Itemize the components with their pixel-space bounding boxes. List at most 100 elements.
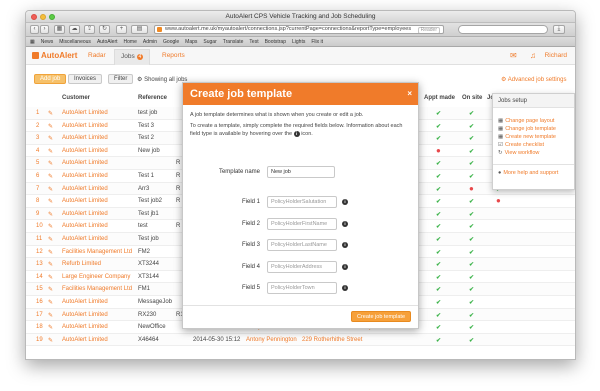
- add-tab-button[interactable]: +: [116, 25, 127, 34]
- bookmark-item[interactable]: AutoAlert: [97, 39, 118, 45]
- customer-cell[interactable]: AutoAlert Limited: [62, 198, 108, 204]
- customer-cell[interactable]: AutoAlert Limited: [62, 160, 108, 166]
- edit-job-icon[interactable]: ✎: [48, 324, 53, 331]
- create-checklist-link[interactable]: ☑ Create checklist: [498, 142, 544, 148]
- forward-button[interactable]: ›: [40, 25, 49, 34]
- back-button[interactable]: ‹: [30, 25, 39, 34]
- edit-job-icon[interactable]: ✎: [48, 286, 53, 293]
- customer-cell[interactable]: AutoAlert Limited: [62, 173, 108, 179]
- customer-cell[interactable]: Facilities Management Ltd: [62, 286, 132, 292]
- filter-button[interactable]: Filter: [108, 74, 134, 84]
- bookmark-item[interactable]: Admin: [143, 39, 157, 45]
- customer-cell[interactable]: AutoAlert Limited: [62, 236, 108, 242]
- customer-cell[interactable]: AutoAlert Limited: [62, 324, 108, 330]
- edit-job-icon[interactable]: ✎: [48, 173, 53, 180]
- invoices-button[interactable]: Invoices: [68, 74, 103, 84]
- field-info-icon[interactable]: i: [342, 220, 348, 227]
- field-input[interactable]: [267, 196, 337, 208]
- reader-button[interactable]: Reader: [417, 27, 440, 33]
- create-job-template-button[interactable]: Create job template: [351, 311, 411, 322]
- edit-job-icon[interactable]: ✎: [48, 337, 53, 344]
- bookmark-item[interactable]: News: [41, 39, 54, 45]
- header-appt-made[interactable]: Appt made: [424, 95, 455, 101]
- edit-job-icon[interactable]: ✎: [48, 123, 53, 130]
- header-customer[interactable]: Customer: [62, 95, 90, 101]
- bookmark-item[interactable]: Translate: [223, 39, 244, 45]
- field-info-icon[interactable]: i: [342, 285, 348, 291]
- bookmark-item[interactable]: Flix it: [311, 39, 323, 45]
- header-on-site[interactable]: On site: [462, 95, 482, 101]
- bookmark-item[interactable]: Sugar: [203, 39, 216, 45]
- edit-job-icon[interactable]: ✎: [48, 198, 53, 205]
- nav-jobs[interactable]: Jobs 4: [114, 49, 151, 65]
- cloud-icon[interactable]: ☁: [69, 25, 80, 34]
- notifications-icon[interactable]: ♫: [530, 51, 536, 60]
- edit-job-icon[interactable]: ✎: [48, 299, 53, 306]
- customer-cell[interactable]: AutoAlert Limited: [62, 123, 108, 129]
- edit-job-icon[interactable]: ✎: [48, 274, 53, 281]
- address-bar[interactable]: www.autoalert.me.uk/myautoalert/connecti…: [154, 25, 444, 34]
- customer-cell[interactable]: AutoAlert Limited: [62, 186, 108, 192]
- edit-job-icon[interactable]: ✎: [48, 186, 53, 193]
- gear-icon[interactable]: ⚙: [137, 77, 142, 83]
- edit-job-icon[interactable]: ✎: [48, 236, 53, 243]
- bookmark-grid-icon[interactable]: ▦: [30, 39, 35, 45]
- change-page-layout-link[interactable]: ▦ Change page layout: [498, 118, 554, 124]
- customer-cell[interactable]: AutoAlert Limited: [62, 299, 108, 305]
- address-cell[interactable]: 229 Rotherhithe Street: [302, 337, 362, 343]
- customer-cell[interactable]: AutoAlert Limited: [62, 110, 108, 116]
- bookmark-item[interactable]: Miscellaneous: [59, 39, 91, 45]
- customer-cell[interactable]: Refurb Limited: [62, 261, 101, 267]
- engineer-cell[interactable]: Antony Pennington: [246, 337, 297, 343]
- table-row[interactable]: 19 ✎ AutoAlert Limited X46464 2014-05-30 15:…: [26, 333, 575, 347]
- nav-reports[interactable]: Reports: [162, 52, 185, 59]
- customer-cell[interactable]: AutoAlert Limited: [62, 337, 108, 343]
- field-input[interactable]: [267, 217, 337, 230]
- view-workflow-link[interactable]: ↻ View workflow: [498, 150, 539, 156]
- edit-job-icon[interactable]: ✎: [48, 110, 53, 117]
- edit-job-icon[interactable]: ✎: [48, 261, 53, 268]
- customer-cell[interactable]: AutoAlert Limited: [62, 223, 108, 229]
- bookmark-item[interactable]: Maps: [185, 39, 197, 45]
- edit-job-icon[interactable]: ✎: [48, 312, 53, 319]
- customer-cell[interactable]: AutoAlert Limited: [62, 312, 108, 318]
- field-info-icon[interactable]: i: [342, 263, 348, 270]
- advanced-job-settings-link[interactable]: ⚙ Advanced job settings: [501, 76, 566, 83]
- edit-job-icon[interactable]: ✎: [48, 211, 53, 218]
- customer-cell[interactable]: AutoAlert Limited: [62, 148, 108, 154]
- customer-cell[interactable]: Large Engineer Company: [62, 274, 130, 280]
- bookmark-item[interactable]: Google: [163, 39, 179, 45]
- bookmark-item[interactable]: Home: [124, 39, 137, 45]
- share-icon[interactable]: ⇪: [84, 25, 95, 34]
- field-info-icon[interactable]: i: [342, 242, 348, 248]
- change-job-template-link[interactable]: ▦ Change job template: [498, 126, 556, 132]
- add-job-button[interactable]: Add job: [34, 74, 67, 84]
- template-name-input[interactable]: [267, 166, 335, 178]
- chat-icon[interactable]: ✉: [510, 51, 517, 60]
- field-input[interactable]: [267, 239, 337, 251]
- field-input[interactable]: [267, 260, 337, 273]
- downloads-icon[interactable]: ⤓: [553, 25, 565, 34]
- close-icon[interactable]: ×: [407, 89, 412, 98]
- nav-radar[interactable]: Radar: [88, 52, 106, 59]
- search-field[interactable]: [458, 25, 548, 34]
- customer-cell[interactable]: Facilities Management Ltd: [62, 249, 132, 255]
- edit-job-icon[interactable]: ✎: [48, 148, 53, 155]
- customer-cell[interactable]: AutoAlert Limited: [62, 211, 108, 217]
- bookmark-item[interactable]: Lights: [292, 39, 305, 45]
- header-reference[interactable]: Reference: [138, 95, 167, 101]
- customer-cell[interactable]: AutoAlert Limited: [62, 135, 108, 141]
- user-menu[interactable]: Richard: [545, 52, 567, 59]
- bookmark-item[interactable]: Test: [249, 39, 258, 45]
- create-new-template-link[interactable]: ▦ Create new template: [498, 134, 556, 140]
- show-all-tabs-button[interactable]: ▦: [54, 25, 65, 34]
- field-info-icon[interactable]: i: [342, 199, 348, 205]
- edit-job-icon[interactable]: ✎: [48, 249, 53, 256]
- edit-job-icon[interactable]: ✎: [48, 135, 53, 142]
- more-help-link[interactable]: ● More help and support: [498, 170, 558, 176]
- sidebar-button[interactable]: ▤: [131, 25, 148, 34]
- app-logo[interactable]: AutoAlert: [32, 51, 77, 60]
- edit-job-icon[interactable]: ✎: [48, 223, 53, 230]
- reload-icon[interactable]: ↻: [99, 25, 110, 34]
- edit-job-icon[interactable]: ✎: [48, 160, 53, 167]
